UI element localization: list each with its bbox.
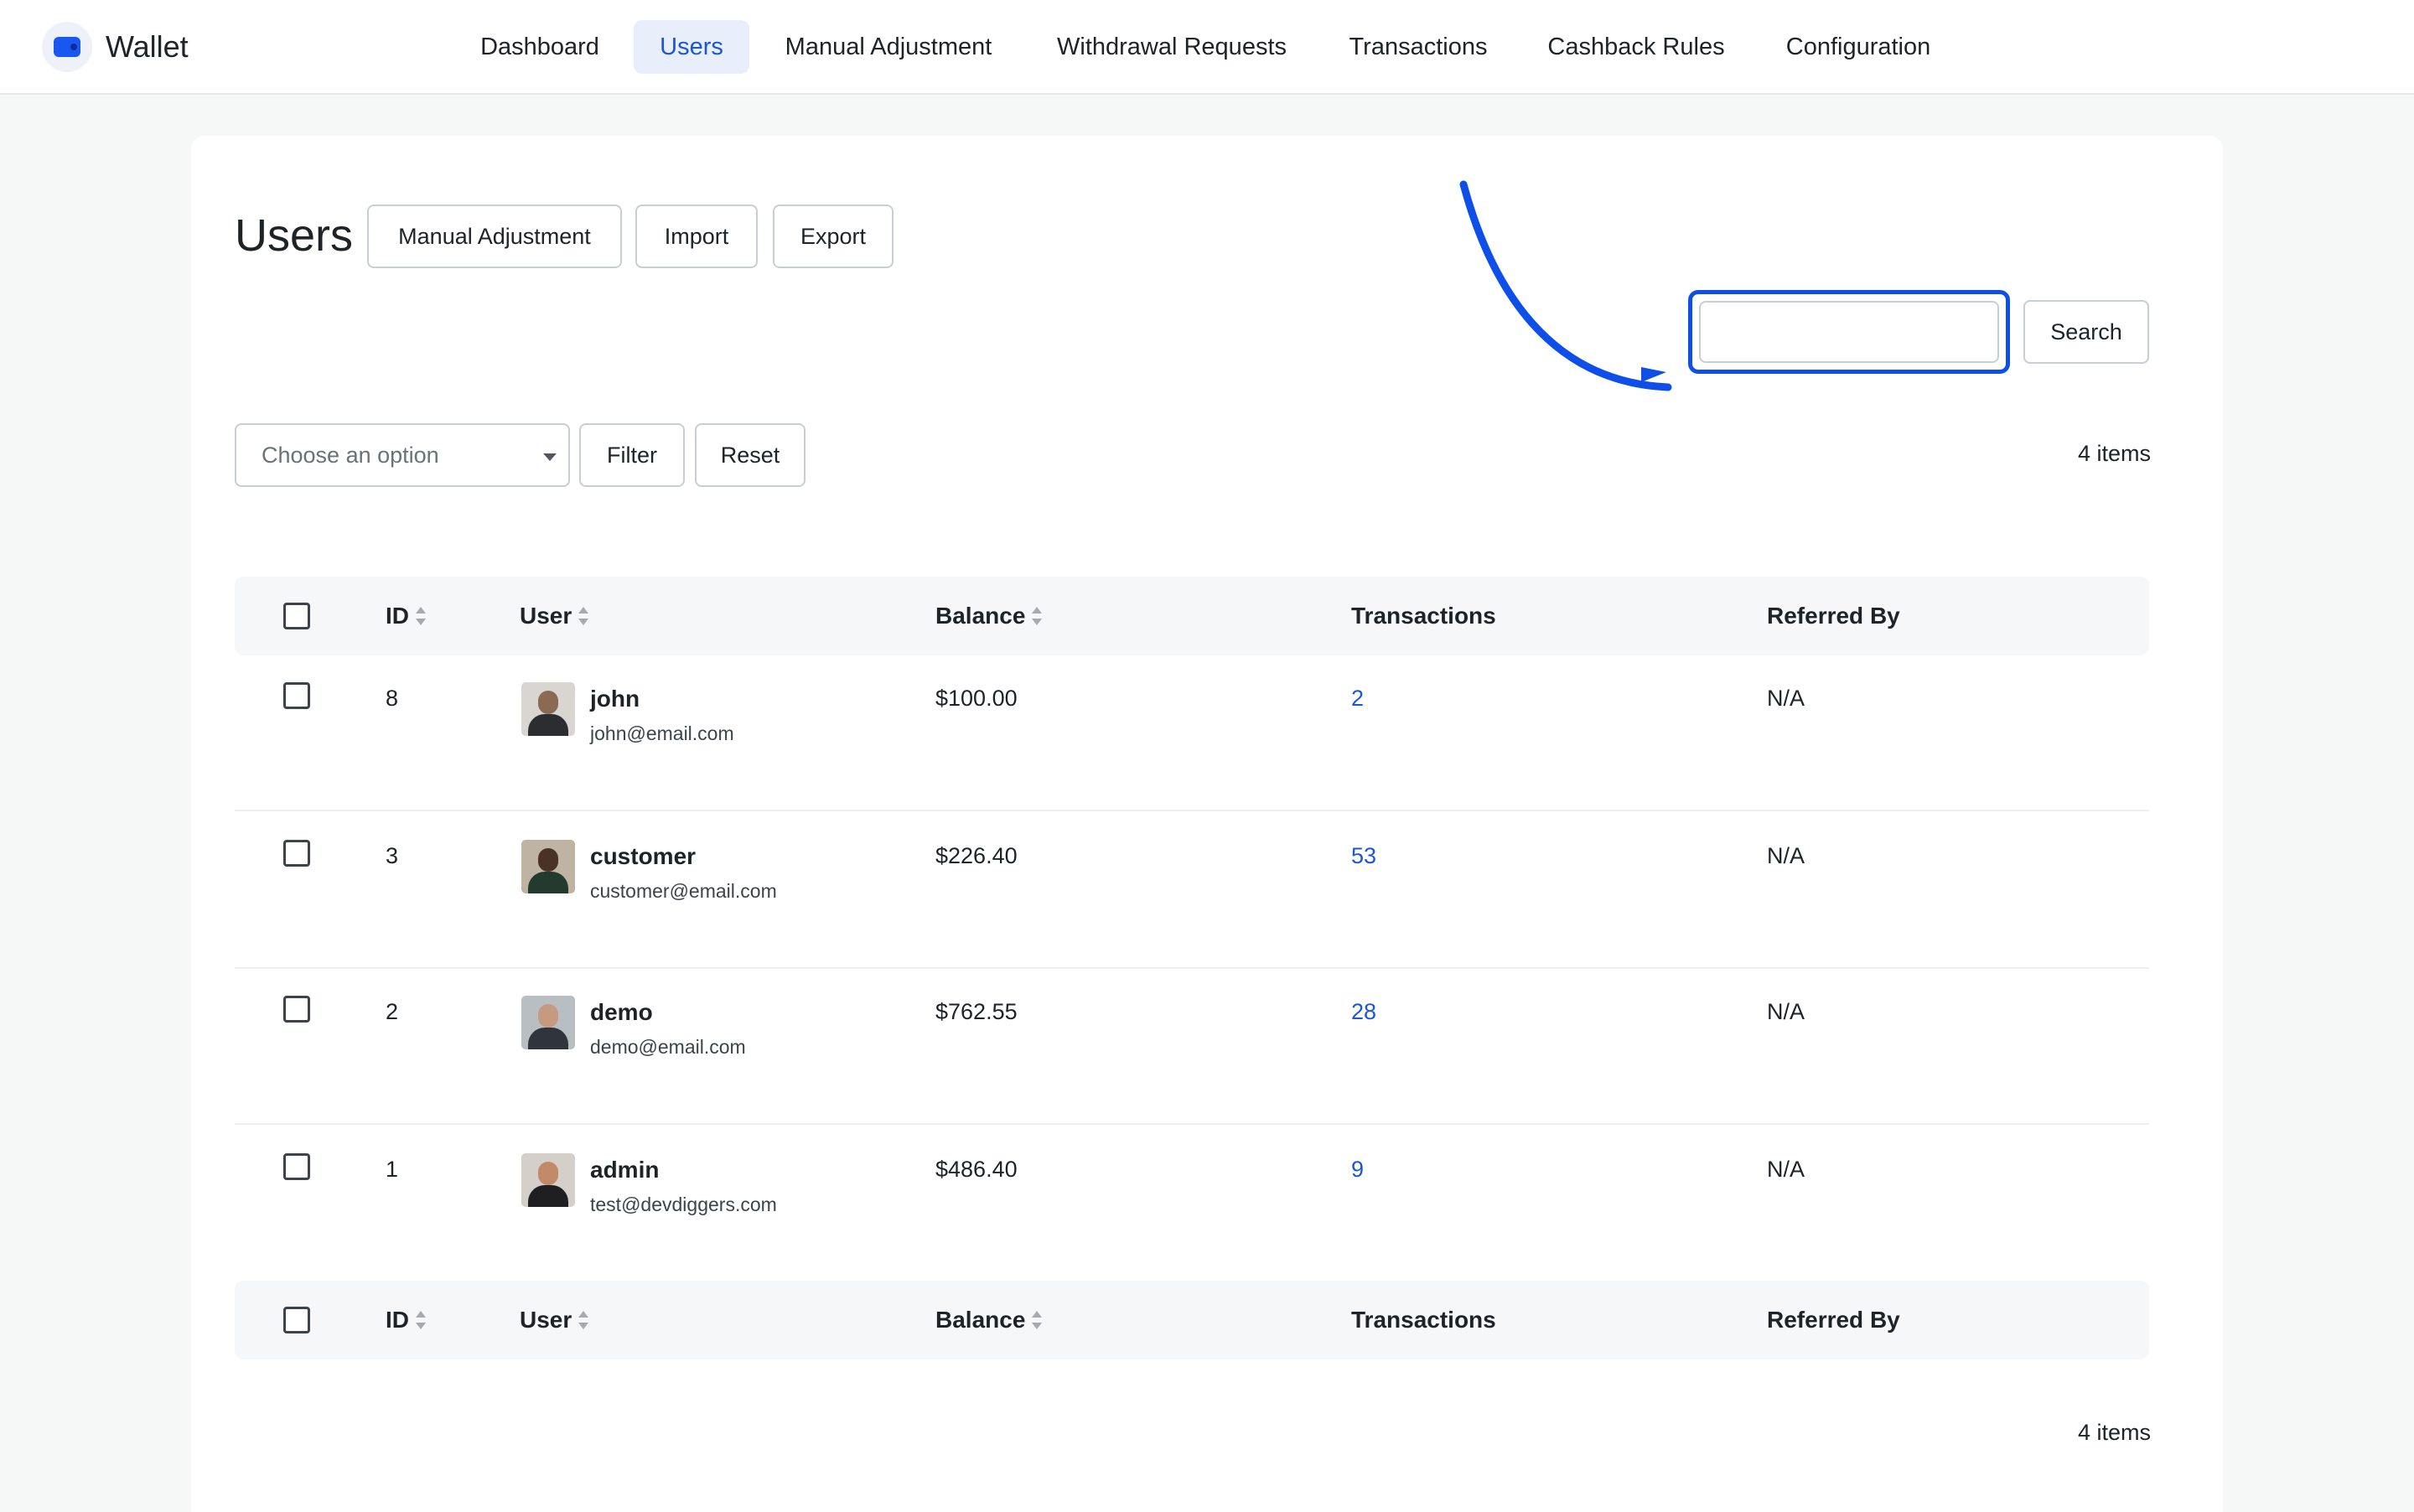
referred-by: N/A [1767, 999, 1805, 1024]
user-name[interactable]: demo [590, 999, 653, 1026]
export-button[interactable]: Export [773, 205, 894, 268]
table-footer: ID User Balance Transactions Referred By [235, 1281, 2149, 1359]
user-email: customer@email.com [590, 880, 777, 902]
table-row: 3 customer customer@email.com $226.40 53… [235, 813, 2149, 969]
import-button[interactable]: Import [635, 205, 758, 268]
manual-adjustment-button[interactable]: Manual Adjustment [367, 205, 622, 268]
avatar [521, 1153, 575, 1207]
nav-item-configuration[interactable]: Configuration [1772, 20, 1945, 74]
column-id[interactable]: ID [386, 1281, 426, 1359]
column-user[interactable]: User [520, 1281, 589, 1359]
user-name[interactable]: admin [590, 1157, 659, 1183]
search-input[interactable] [1699, 301, 1999, 363]
column-transactions: Transactions [1351, 603, 1496, 629]
sort-icon[interactable] [578, 606, 589, 626]
user-id: 3 [386, 843, 399, 868]
avatar [521, 996, 575, 1049]
user-balance: $100.00 [935, 686, 1018, 711]
transactions-link[interactable]: 53 [1351, 843, 1376, 869]
user-id: 1 [386, 1157, 399, 1182]
avatar [521, 682, 575, 736]
user-name[interactable]: customer [590, 843, 696, 870]
user-id: 2 [386, 999, 399, 1024]
sort-icon[interactable] [578, 1310, 589, 1330]
avatar [521, 840, 575, 893]
users-panel: Users Manual Adjustment Import Export Se… [191, 136, 2223, 1512]
nav-item-users[interactable]: Users [634, 20, 749, 74]
table-row: 1 admin test@devdiggers.com $486.40 9 N/… [235, 1126, 2149, 1282]
table-row: 2 demo demo@email.com $762.55 28 N/A [235, 969, 2149, 1125]
annotation-arrow-icon [1459, 180, 1672, 391]
user-email: test@devdiggers.com [590, 1194, 777, 1215]
reset-button[interactable]: Reset [695, 423, 806, 487]
sort-icon[interactable] [416, 606, 426, 626]
referred-by: N/A [1767, 686, 1805, 711]
nav-item-cashback-rules[interactable]: Cashback Rules [1531, 20, 1742, 74]
row-checkbox[interactable] [283, 1153, 310, 1180]
main-nav: Dashboard Users Manual Adjustment Withdr… [0, 0, 2414, 95]
transactions-link[interactable]: 9 [1351, 1157, 1364, 1183]
column-balance[interactable]: Balance [935, 577, 1043, 655]
user-email: john@email.com [590, 722, 734, 744]
user-balance: $226.40 [935, 843, 1018, 868]
row-checkbox[interactable] [283, 682, 310, 709]
filter-select-placeholder: Choose an option [262, 443, 439, 468]
user-name[interactable]: john [590, 686, 640, 712]
column-id[interactable]: ID [386, 577, 426, 655]
sort-icon[interactable] [416, 1310, 426, 1330]
chevron-down-icon [543, 453, 557, 461]
column-user[interactable]: User [520, 577, 589, 655]
sort-icon[interactable] [1032, 1310, 1043, 1330]
nav-item-dashboard[interactable]: Dashboard [466, 20, 614, 74]
column-transactions: Transactions [1351, 1307, 1496, 1333]
items-count-top: 4 items [2077, 441, 2151, 466]
page-title: Users [235, 210, 354, 261]
table-row: 8 john john@email.com $100.00 2 N/A [235, 655, 2149, 811]
user-id: 8 [386, 686, 399, 711]
nav-item-withdrawal-requests[interactable]: Withdrawal Requests [1038, 20, 1306, 74]
nav-item-transactions[interactable]: Transactions [1336, 20, 1500, 74]
referred-by: N/A [1767, 843, 1805, 868]
nav-item-manual-adjustment[interactable]: Manual Adjustment [769, 20, 1008, 74]
user-email: demo@email.com [590, 1036, 746, 1058]
column-balance[interactable]: Balance [935, 1281, 1043, 1359]
user-balance: $762.55 [935, 999, 1018, 1024]
items-count-bottom: 4 items [2077, 1420, 2151, 1445]
transactions-link[interactable]: 28 [1351, 999, 1376, 1025]
filter-select[interactable]: Choose an option [235, 423, 570, 487]
select-all-checkbox[interactable] [283, 1307, 310, 1333]
row-checkbox[interactable] [283, 840, 310, 867]
top-navigation-bar: Wallet Dashboard Users Manual Adjustment… [0, 0, 2414, 95]
column-referred-by: Referred By [1767, 603, 1900, 629]
select-all-checkbox[interactable] [283, 603, 310, 629]
user-balance: $486.40 [935, 1157, 1018, 1182]
filter-button[interactable]: Filter [579, 423, 685, 487]
search-button[interactable]: Search [2023, 300, 2149, 364]
referred-by: N/A [1767, 1157, 1805, 1182]
row-checkbox[interactable] [283, 996, 310, 1023]
column-referred-by: Referred By [1767, 1307, 1900, 1333]
transactions-link[interactable]: 2 [1351, 686, 1364, 712]
sort-icon[interactable] [1032, 606, 1043, 626]
table-header: ID User Balance Transactions Referred By [235, 577, 2149, 655]
search-highlight [1688, 290, 2010, 374]
